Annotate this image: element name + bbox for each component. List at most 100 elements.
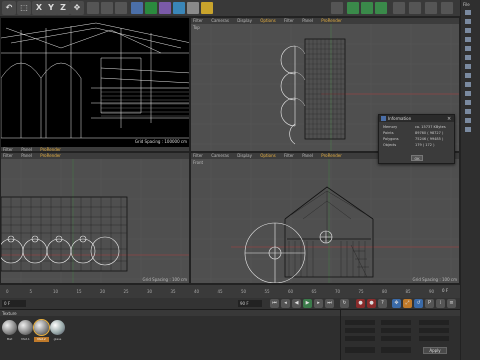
object-row-icon[interactable] bbox=[465, 91, 471, 96]
menu-display[interactable]: Display bbox=[237, 153, 252, 158]
camera-icon[interactable] bbox=[186, 1, 200, 15]
parameter-key-icon[interactable]: P bbox=[425, 299, 434, 308]
render-settings-icon[interactable] bbox=[114, 1, 128, 15]
rotation-p-field[interactable] bbox=[419, 328, 449, 333]
coordinate-mode-select[interactable] bbox=[345, 347, 375, 353]
material-preview[interactable] bbox=[2, 320, 17, 335]
next-frame-icon[interactable]: ▸ bbox=[314, 299, 323, 308]
timeline-ruler[interactable]: 0 5 10 15 20 25 30 35 40 45 50 55 60 65 70 75 80 85 90 bbox=[0, 285, 440, 299]
record-icon[interactable]: ● bbox=[356, 299, 365, 308]
object-row-icon[interactable] bbox=[465, 37, 471, 42]
timeline-tick-label: 30 bbox=[147, 289, 153, 294]
object-row-icon[interactable] bbox=[465, 109, 471, 114]
scene-icon[interactable] bbox=[172, 1, 186, 15]
render-view-icon[interactable] bbox=[86, 1, 100, 15]
rotation-key-icon[interactable]: ↺ bbox=[414, 299, 423, 308]
material-preview-selected[interactable] bbox=[33, 319, 50, 336]
coordinate-system-icon[interactable]: ✥ bbox=[70, 1, 84, 15]
menu-display[interactable]: Display bbox=[237, 18, 252, 23]
apply-button[interactable]: Apply bbox=[423, 347, 447, 354]
ok-button[interactable]: OK bbox=[411, 155, 423, 161]
workplane-icon[interactable] bbox=[424, 1, 438, 15]
enable-axis-icon[interactable] bbox=[392, 1, 406, 15]
position-x-field[interactable] bbox=[345, 320, 375, 325]
position-y-field[interactable] bbox=[345, 328, 375, 333]
menu-panel[interactable]: Panel bbox=[21, 153, 32, 158]
timeline-menu-icon[interactable]: ≡ bbox=[447, 299, 456, 308]
rotation-h-field[interactable] bbox=[419, 320, 449, 325]
polygons-mode-icon[interactable] bbox=[374, 1, 388, 15]
menu-cameras[interactable]: Cameras bbox=[211, 18, 229, 23]
menu-filter[interactable]: Filter bbox=[193, 18, 203, 23]
point-level-icon[interactable]: ⁞ bbox=[436, 299, 445, 308]
autokey-icon[interactable]: ● bbox=[367, 299, 376, 308]
size-mode-select[interactable] bbox=[381, 347, 411, 353]
menu-cameras[interactable]: Cameras bbox=[211, 153, 229, 158]
scale-key-icon[interactable]: ⤢ bbox=[403, 299, 412, 308]
edges-mode-icon[interactable] bbox=[360, 1, 374, 15]
size-y-field[interactable] bbox=[381, 328, 411, 333]
goto-start-icon[interactable]: ⏮ bbox=[270, 299, 279, 308]
rotation-b-field[interactable] bbox=[419, 336, 449, 341]
timeline-tick-label: 50 bbox=[241, 289, 247, 294]
render-picture-icon[interactable] bbox=[100, 1, 114, 15]
prev-frame-icon[interactable]: ◀ bbox=[292, 299, 301, 308]
menu-prorender[interactable]: ProRender bbox=[321, 153, 342, 158]
menu-panel[interactable]: Panel bbox=[302, 18, 313, 23]
deformer-icon[interactable] bbox=[158, 1, 172, 15]
object-row-icon[interactable] bbox=[465, 82, 471, 87]
size-z-field[interactable] bbox=[381, 336, 411, 341]
front-viewport[interactable]: Filter Cameras Display Options Filter Pa… bbox=[190, 152, 460, 284]
coordinates-panel: Apply bbox=[340, 309, 461, 360]
object-row-icon[interactable] bbox=[465, 118, 471, 123]
material-preview[interactable] bbox=[18, 320, 33, 335]
menu-options[interactable]: Options bbox=[260, 153, 275, 158]
cube-icon[interactable] bbox=[130, 1, 144, 15]
light-icon[interactable] bbox=[200, 1, 214, 15]
model-mode-icon[interactable] bbox=[330, 1, 344, 15]
material-menu-label[interactable]: Texture bbox=[2, 311, 17, 316]
object-row-icon[interactable] bbox=[465, 100, 471, 105]
goto-end-icon[interactable]: ⏭ bbox=[325, 299, 334, 308]
material-preview[interactable] bbox=[50, 320, 65, 335]
axis-z-button[interactable]: Z bbox=[56, 1, 70, 15]
object-row-icon[interactable] bbox=[465, 55, 471, 60]
end-frame-field[interactable]: 90 F bbox=[238, 300, 262, 307]
start-frame-field[interactable]: 0 F bbox=[2, 300, 26, 307]
timeline[interactable]: 0 5 10 15 20 25 30 35 40 45 50 55 60 65 70 75 80 85 90 0 F bbox=[0, 284, 460, 298]
right-viewport[interactable]: Filter Panel ProRender Grid Spacing : 10… bbox=[0, 152, 190, 284]
position-z-field[interactable] bbox=[345, 336, 375, 341]
keyframe-selection-icon[interactable]: ? bbox=[378, 299, 387, 308]
position-key-icon[interactable]: ✥ bbox=[392, 299, 401, 308]
menu-panel[interactable]: Panel bbox=[302, 153, 313, 158]
menu-filter-2[interactable]: Filter bbox=[284, 153, 294, 158]
object-row-icon[interactable] bbox=[465, 64, 471, 69]
layout-icon[interactable] bbox=[440, 1, 454, 15]
timeline-tick-label: 25 bbox=[123, 289, 129, 294]
menu-prorender[interactable]: ProRender bbox=[321, 18, 342, 23]
menu-filter[interactable]: Filter bbox=[193, 153, 203, 158]
size-x-field[interactable] bbox=[381, 320, 411, 325]
menu-filter-2[interactable]: Filter bbox=[284, 18, 294, 23]
undo-icon[interactable]: ↶ bbox=[2, 1, 16, 15]
object-row-icon[interactable] bbox=[465, 28, 471, 33]
live-selection-icon[interactable]: ⬚ bbox=[17, 1, 31, 15]
object-row-icon[interactable] bbox=[465, 10, 471, 15]
perspective-viewport[interactable]: Filter Panel ProRender Grid Spacing : 10… bbox=[0, 17, 190, 152]
generator-icon[interactable] bbox=[144, 1, 158, 15]
play-icon[interactable]: ▶ bbox=[303, 299, 312, 308]
object-row-icon[interactable] bbox=[465, 19, 471, 24]
menu-options[interactable]: Options bbox=[260, 18, 275, 23]
menu-prorender[interactable]: ProRender bbox=[40, 153, 61, 158]
object-row-icon[interactable] bbox=[465, 73, 471, 78]
object-row-icon[interactable] bbox=[465, 46, 471, 51]
snap-icon[interactable] bbox=[408, 1, 422, 15]
prev-key-icon[interactable]: ◂ bbox=[281, 299, 290, 308]
close-icon[interactable]: × bbox=[447, 116, 451, 122]
menu-filter[interactable]: Filter bbox=[3, 153, 13, 158]
loop-icon[interactable]: ↻ bbox=[340, 299, 349, 308]
object-row-icon[interactable] bbox=[465, 127, 471, 132]
points-mode-icon[interactable] bbox=[346, 1, 360, 15]
timeline-tick-label: 60 bbox=[288, 289, 294, 294]
object-manager-menu[interactable]: File bbox=[463, 2, 470, 7]
